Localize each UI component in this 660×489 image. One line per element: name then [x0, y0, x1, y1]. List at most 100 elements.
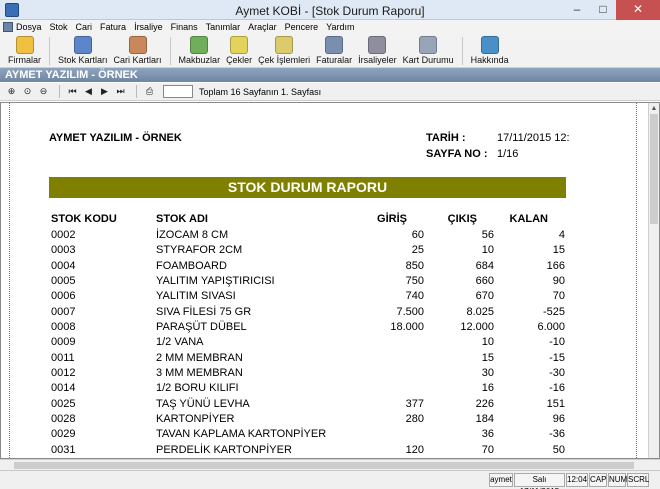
- menu-cari[interactable]: Cari: [76, 22, 93, 32]
- people-icon: [128, 36, 147, 54]
- col-header-code: STOK KODU: [51, 213, 117, 225]
- menu-stok[interactable]: Stok: [50, 22, 68, 32]
- cekler-button[interactable]: Çekler: [226, 34, 252, 65]
- cell-in: 18.000: [390, 321, 424, 333]
- nav-separator: [59, 85, 60, 98]
- waybill-icon: [368, 36, 387, 54]
- col-header-in: GİRİŞ: [377, 213, 407, 225]
- next-page-icon[interactable]: ▶: [98, 85, 111, 98]
- irsaliyeler-button[interactable]: İrsaliyeler: [358, 34, 397, 65]
- cell-out: 226: [475, 398, 494, 410]
- makbuzlar-button[interactable]: Makbuzlar: [178, 34, 221, 65]
- table-row: 0012 3 MM MEMBRAN 30 -30: [1, 367, 601, 382]
- table-row: 0005 YALITIM YAPIŞTIRICISI 750 660 90: [1, 275, 601, 290]
- cell-balance: 96: [552, 413, 565, 425]
- cell-out: 56: [481, 229, 494, 241]
- receipt-icon: [190, 36, 209, 54]
- status-cap: CAP: [589, 473, 607, 487]
- menu-tanimlar[interactable]: Tanımlar: [206, 22, 241, 32]
- window-controls: – □ ✕: [564, 0, 660, 20]
- cell-out: 30: [481, 367, 494, 379]
- cell-code: 0009: [51, 336, 76, 348]
- zoom-out-icon[interactable]: ⊖: [37, 85, 50, 98]
- table-row: 0014 1/2 BORU KILIFI 16 -16: [1, 382, 601, 397]
- toolbar-label: Firmalar: [8, 55, 41, 65]
- cell-out: 16: [481, 382, 494, 394]
- last-page-icon[interactable]: ⏭: [114, 85, 127, 98]
- menu-irsaliye[interactable]: İrsaliye: [134, 22, 163, 32]
- nav-separator: [136, 85, 137, 98]
- cell-code: 0028: [51, 413, 76, 425]
- cell-name: TAVAN KAPLAMA KARTONPİYER: [156, 428, 327, 440]
- cari-kartlari-button[interactable]: Cari Kartları: [114, 34, 162, 65]
- menu-pencere[interactable]: Pencere: [285, 22, 319, 32]
- menu-dosya[interactable]: Dosya: [16, 22, 42, 32]
- cek-islemleri-button[interactable]: Çek İşlemleri: [258, 34, 310, 65]
- cell-code: 0012: [51, 367, 76, 379]
- maximize-button[interactable]: □: [590, 0, 616, 20]
- main-toolbar: Firmalar Stok Kartları Cari Kartları Mak…: [0, 34, 660, 68]
- table-row: 0002 İZOCAM 8 CM 60 56 4: [1, 229, 601, 244]
- report-company: AYMET YAZILIM - ÖRNEK: [49, 132, 182, 144]
- menu-finans[interactable]: Finans: [171, 22, 198, 32]
- status-time: 12:04: [566, 473, 588, 487]
- scroll-up-icon[interactable]: ▲: [649, 103, 659, 114]
- toolbar-label: Çek İşlemleri: [258, 55, 311, 65]
- col-header-balance: KALAN: [509, 213, 549, 225]
- prev-page-icon[interactable]: ◀: [82, 85, 95, 98]
- cell-name: KARTONPİYER: [156, 413, 235, 425]
- report-nav-toolbar: ⊕ ⊙ ⊖ ⏮ ◀ ▶ ⏭ ⎙ Toplam 16 Sayfanın 1. Sa…: [0, 83, 660, 101]
- first-page-icon[interactable]: ⏮: [66, 85, 79, 98]
- cell-code: 0011: [51, 352, 75, 364]
- toolbar-separator: [49, 37, 50, 65]
- cell-name: STYRAFOR 2CM: [156, 244, 243, 256]
- menu-araclar[interactable]: Araçlar: [248, 22, 277, 32]
- cell-code: 0007: [51, 306, 76, 318]
- horizontal-scrollbar[interactable]: [0, 459, 660, 470]
- toolbar-label: Cari Kartları: [113, 55, 162, 65]
- document-icon[interactable]: [3, 22, 13, 32]
- cell-name: 3 MM MEMBRAN: [156, 367, 243, 379]
- toolbar-label: Hakkında: [470, 55, 509, 65]
- scroll-thumb[interactable]: [650, 114, 658, 224]
- cell-code: 0029: [51, 428, 76, 440]
- cell-in: 120: [405, 444, 424, 456]
- cell-in: 7.500: [396, 306, 424, 318]
- page-number-input[interactable]: [163, 85, 193, 98]
- report-viewer: AYMET YAZILIM - ÖRNEK TARİH : 17/11/2015…: [0, 102, 660, 459]
- kart-durumu-button[interactable]: Kart Durumu: [403, 34, 454, 65]
- zoom-in-icon[interactable]: ⊕: [5, 85, 18, 98]
- table-row: 0004 FOAMBOARD 850 684 166: [1, 260, 601, 275]
- cell-name: 1/2 VANA: [156, 336, 204, 348]
- minimize-button[interactable]: –: [564, 0, 590, 20]
- firmalar-button[interactable]: Firmalar: [8, 34, 41, 65]
- menu-fatura[interactable]: Fatura: [100, 22, 126, 32]
- hakkinda-button[interactable]: Hakkında: [471, 34, 509, 65]
- cell-balance: -36: [549, 428, 565, 440]
- cell-name: 1/2 BORU KILIFI: [156, 382, 239, 394]
- vertical-scrollbar[interactable]: ▲: [648, 103, 659, 458]
- col-header-out: ÇIKIŞ: [447, 213, 477, 225]
- toolbar-label: Makbuzlar: [178, 55, 221, 65]
- cell-name: TAŞ YÜNÜ LEVHA: [156, 398, 250, 410]
- close-button[interactable]: ✕: [616, 0, 660, 20]
- print-icon[interactable]: ⎙: [143, 85, 156, 98]
- toolbar-label: Faturalar: [316, 55, 353, 65]
- status-date: Salı 17/11/2015: [514, 473, 565, 489]
- menu-yardim[interactable]: Yardım: [326, 22, 354, 32]
- cell-balance: 166: [546, 260, 565, 272]
- page-no-value: 1/16: [497, 148, 519, 160]
- faturalar-button[interactable]: Faturalar: [316, 34, 352, 65]
- cell-code: 0008: [51, 321, 76, 333]
- hscroll-thumb[interactable]: [14, 462, 634, 469]
- cell-balance: 4: [558, 229, 565, 241]
- zoom-fit-icon[interactable]: ⊙: [21, 85, 34, 98]
- status-scrl: SCRL: [627, 473, 649, 487]
- stok-kartlari-button[interactable]: Stok Kartları: [58, 34, 108, 65]
- cell-out: 684: [475, 260, 494, 272]
- invoice-icon: [325, 36, 344, 54]
- cell-out: 10: [481, 336, 494, 348]
- cell-name: İZOCAM 8 CM: [156, 229, 229, 241]
- toolbar-label: Çekler: [226, 55, 253, 65]
- page-info: Toplam 16 Sayfanın 1. Sayfası: [199, 86, 322, 97]
